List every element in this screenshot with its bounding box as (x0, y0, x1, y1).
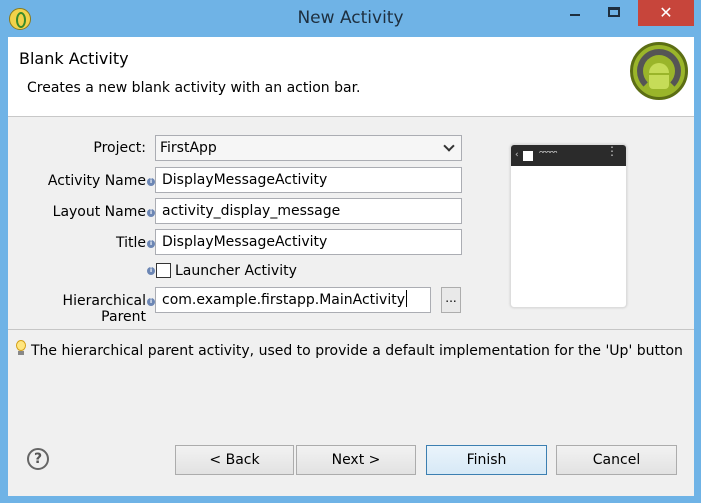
activity-preview: ‹ ᵔᵔᵔᵔᵔ ⋮ (510, 144, 627, 308)
launcher-activity-checkbox[interactable] (156, 263, 171, 278)
cancel-button[interactable]: Cancel (556, 445, 677, 475)
preview-title-squiggle: ᵔᵔᵔᵔᵔ (539, 148, 558, 161)
overflow-menu-icon: ⋮ (606, 144, 618, 158)
browse-parent-button[interactable]: ... (441, 287, 461, 313)
hierarchical-parent-label: Hierarchical Parent (62, 293, 146, 325)
back-button[interactable]: < Back (175, 445, 294, 475)
maximize-button[interactable] (597, 0, 630, 26)
android-logo-icon (630, 42, 688, 100)
info-icon: i (147, 178, 155, 186)
lightbulb-icon (16, 340, 26, 356)
app-icon (523, 151, 533, 161)
minimize-button[interactable] (559, 0, 592, 26)
activity-name-field[interactable]: DisplayMessageActivity (155, 167, 462, 193)
finish-button[interactable]: Finish (426, 445, 547, 475)
layout-name-label: Layout Name (52, 204, 146, 220)
page-title: Blank Activity (19, 49, 129, 68)
wizard-banner: Blank Activity Creates a new blank activ… (8, 37, 694, 117)
info-icon: i (147, 298, 155, 306)
hierarchical-parent-value: com.example.firstapp.MainActivity (162, 292, 405, 308)
minimize-icon (570, 14, 580, 16)
project-select-value: FirstApp (160, 140, 217, 156)
dialog-client-area: Blank Activity Creates a new blank activ… (8, 37, 694, 496)
hint-text: The hierarchical parent activity, used t… (31, 343, 683, 359)
chevron-down-icon (443, 140, 455, 152)
project-label: Project: (93, 140, 146, 156)
close-button[interactable]: ✕ (638, 0, 694, 26)
info-icon: i (147, 267, 155, 275)
layout-name-field[interactable]: activity_display_message (155, 198, 462, 224)
help-button[interactable]: ? (27, 448, 49, 470)
separator (8, 329, 694, 330)
launcher-activity-label: Launcher Activity (175, 263, 297, 279)
info-icon: i (147, 209, 155, 217)
title-label: Title (115, 235, 146, 251)
text-caret (406, 290, 407, 307)
title-bar: New Activity ✕ (0, 0, 701, 37)
maximize-icon (608, 7, 620, 17)
window-title: New Activity (297, 8, 404, 28)
page-description: Creates a new blank activity with an act… (27, 80, 361, 96)
title-field[interactable]: DisplayMessageActivity (155, 229, 462, 255)
preview-action-bar: ‹ ᵔᵔᵔᵔᵔ ⋮ (511, 145, 626, 166)
back-caret-icon: ‹ (515, 150, 519, 160)
next-button[interactable]: Next > (296, 445, 416, 475)
activity-name-label: Activity Name (47, 173, 146, 189)
info-icon: i (147, 240, 155, 248)
new-activity-window: New Activity ✕ Blank Activity Creates a … (0, 0, 701, 503)
project-select[interactable]: FirstApp (155, 135, 462, 161)
hierarchical-parent-field[interactable]: com.example.firstapp.MainActivity (155, 287, 431, 313)
